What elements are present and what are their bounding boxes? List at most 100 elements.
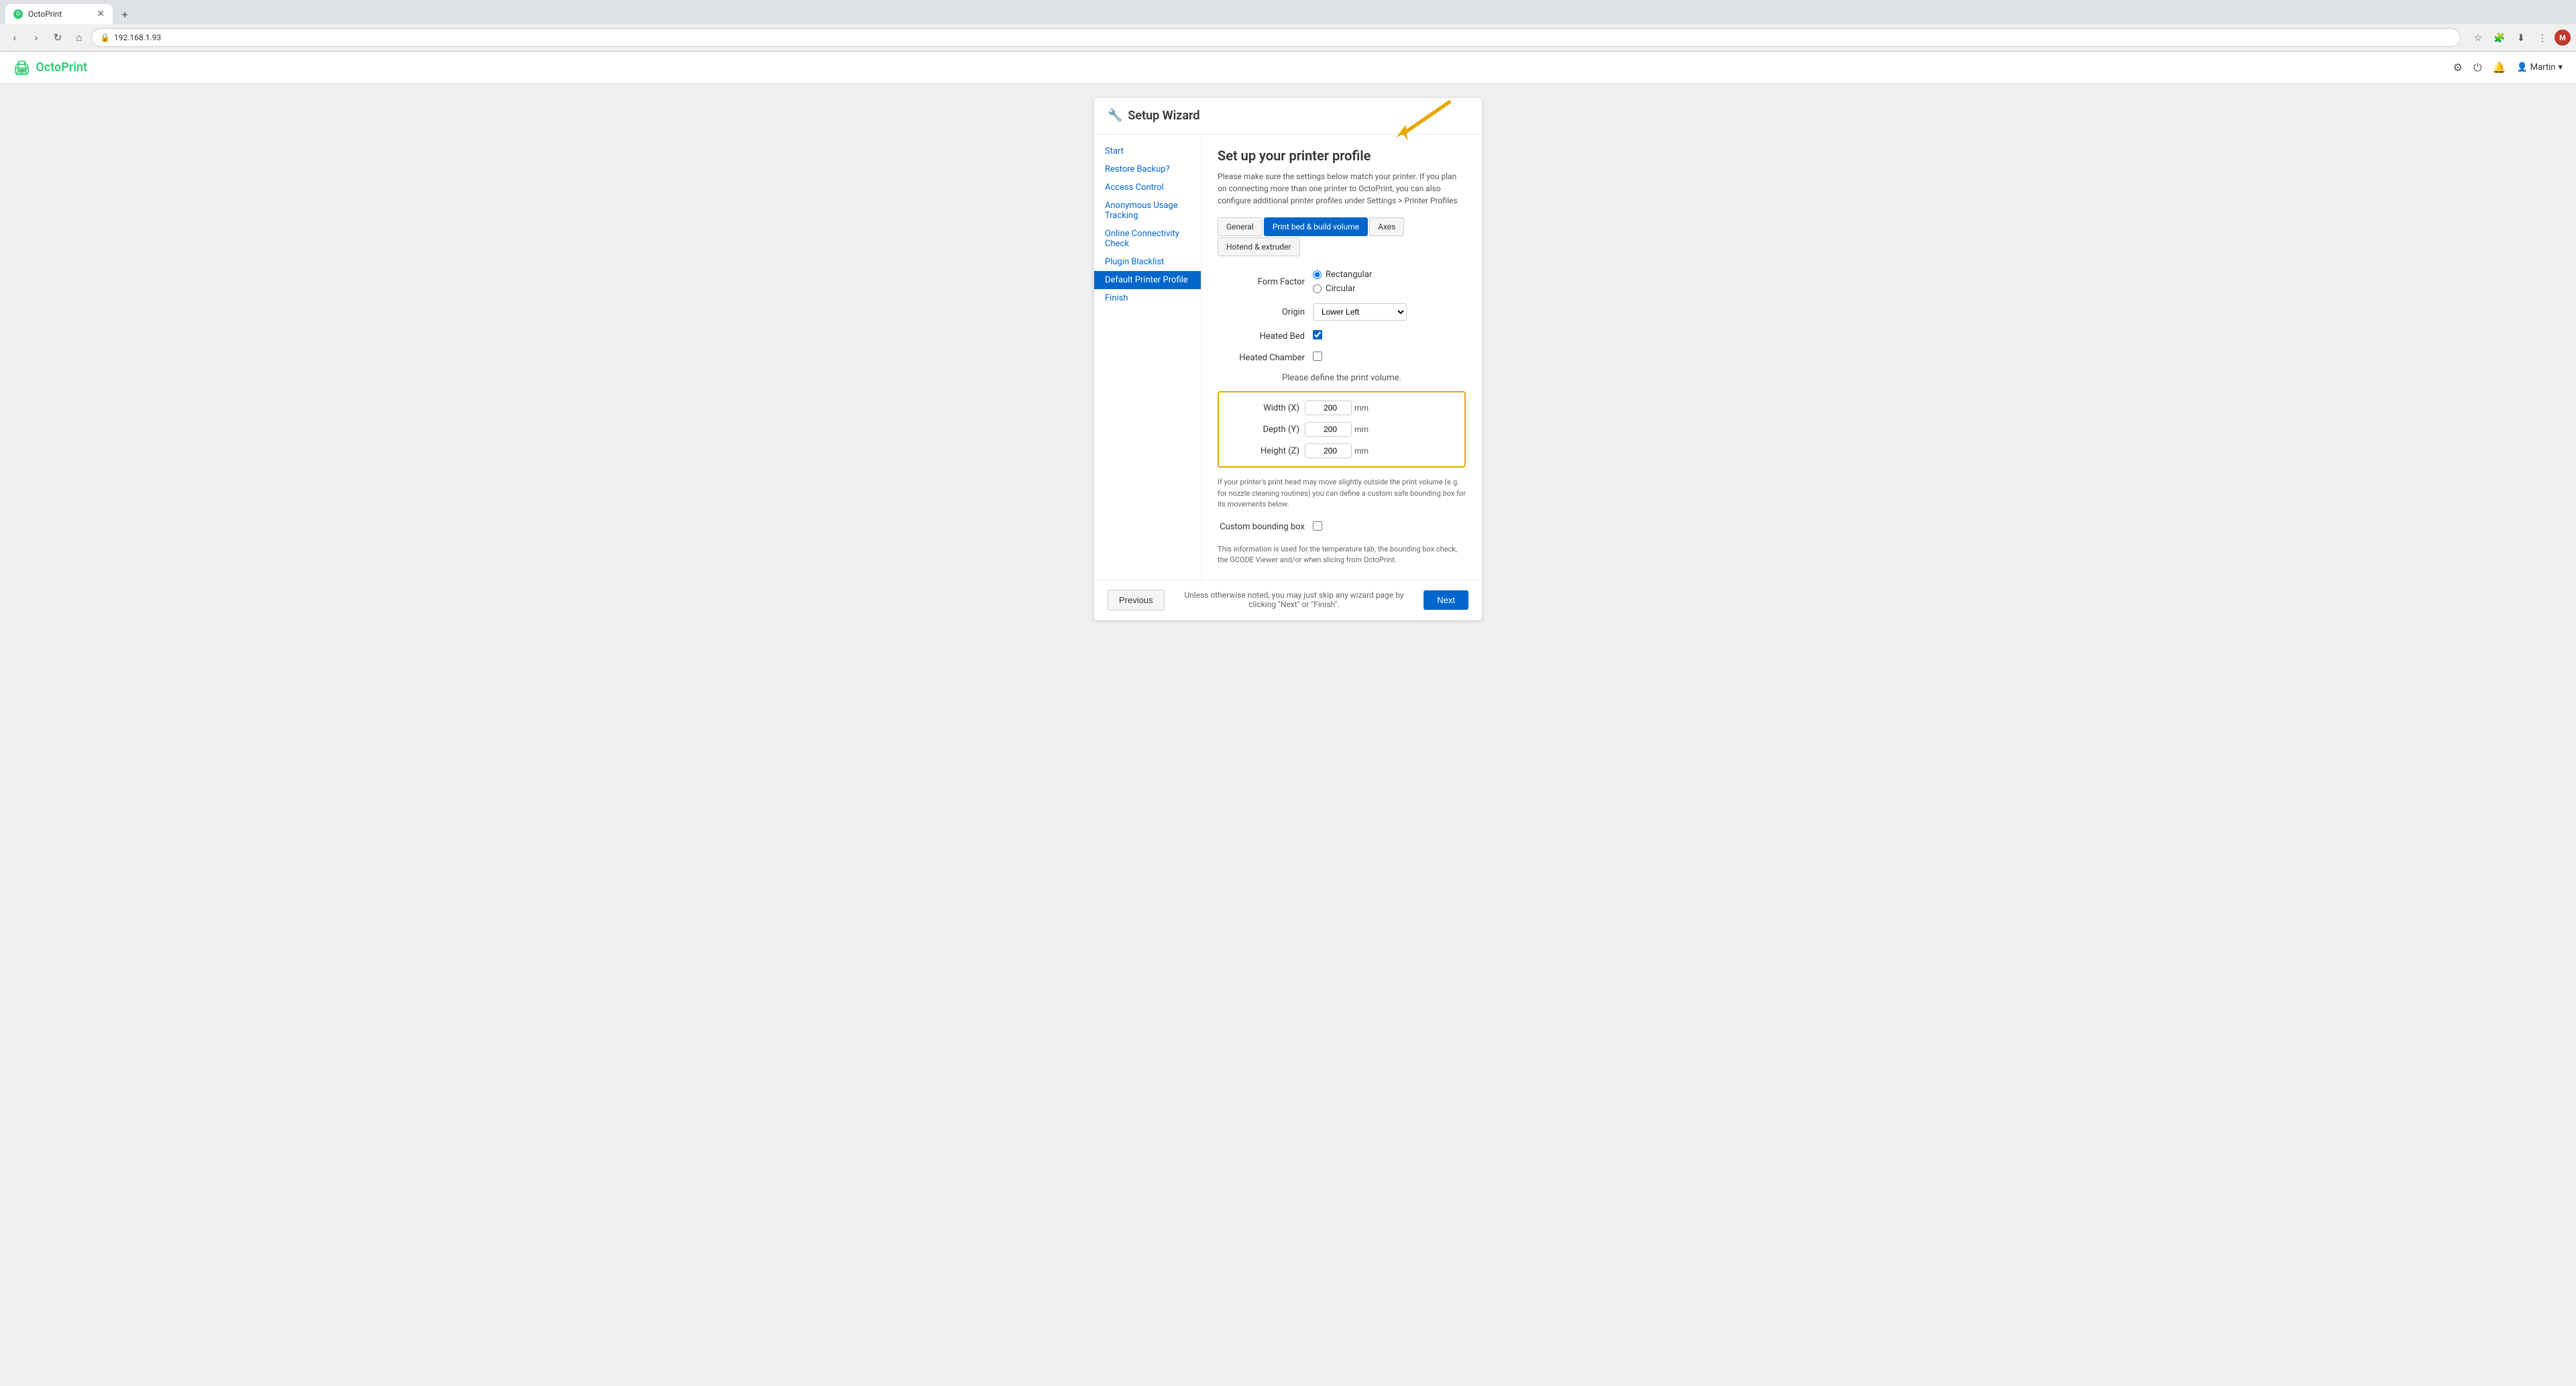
tab-bar: O OctoPrint ✕ + (0, 0, 2576, 24)
sidebar-item-plugin-blacklist[interactable]: Plugin Blacklist (1094, 253, 1201, 271)
height-row: Height (Z) mm (1232, 443, 1451, 458)
octoprint-navbar: 🖨 OctoPrint ⚙ ⏻ 🔔 👤 Martin ▾ (0, 52, 2576, 84)
height-unit: mm (1354, 446, 1368, 456)
address-bar[interactable]: 🔒 192.168.1.93 (91, 28, 2461, 47)
custom-bounding-label: Custom bounding box (1218, 522, 1305, 532)
width-label: Width (X) (1232, 403, 1299, 413)
form-factor-label: Form Factor (1218, 277, 1305, 287)
custom-bounding-row: Custom bounding box (1218, 521, 1466, 533)
heated-chamber-control (1313, 352, 1466, 364)
navbar-username: Martin (2530, 62, 2556, 72)
form-factor-circular[interactable]: Circular (1313, 284, 1466, 294)
address-bar-icons: 🔒 (100, 33, 110, 42)
refresh-button[interactable]: ↻ (48, 28, 67, 47)
user-icon: 👤 (2517, 62, 2528, 72)
browser-actions: ☆ 🧩 ⬇ ⋮ M (2469, 28, 2571, 47)
page-content: 🔧 Setup Wizard Start Restore Backup? Acc… (0, 84, 2576, 1386)
new-tab-button[interactable]: + (115, 5, 134, 23)
sidebar-item-restore-backup[interactable]: Restore Backup? (1094, 160, 1201, 178)
heated-bed-checkbox[interactable] (1313, 330, 1322, 339)
origin-label: Origin (1218, 307, 1305, 317)
navbar-icons: ⚙ ⏻ 🔔 👤 Martin ▾ (2453, 61, 2563, 74)
lock-icon: 🔒 (100, 33, 110, 42)
home-button[interactable]: ⌂ (70, 28, 89, 47)
sidebar-item-start[interactable]: Start (1094, 142, 1201, 160)
browser-tab[interactable]: O OctoPrint ✕ (5, 4, 113, 24)
sub-tabs: General Print bed & build volume Axes Ho… (1218, 217, 1466, 256)
height-input[interactable] (1305, 443, 1352, 458)
menu-button[interactable]: ⋮ (2533, 28, 2552, 47)
tab-close-btn[interactable]: ✕ (97, 9, 105, 19)
octoprint-logo: 🖨 OctoPrint (13, 60, 87, 76)
sidebar-item-online-check[interactable]: Online Connectivity Check (1094, 225, 1201, 253)
heated-bed-label: Heated Bed (1218, 331, 1305, 341)
width-row: Width (X) mm (1232, 401, 1451, 415)
heated-bed-control (1313, 330, 1466, 342)
form-factor-rectangular[interactable]: Rectangular (1313, 270, 1466, 280)
wizard-header: 🔧 Setup Wizard (1094, 98, 1482, 134)
form-factor-circular-radio[interactable] (1313, 284, 1322, 293)
depth-input-wrap: mm (1305, 422, 1368, 437)
form-factor-row: Form Factor Rectangular Circular (1218, 270, 1466, 294)
sidebar-item-anonymous-usage[interactable]: Anonymous Usage Tracking (1094, 197, 1201, 225)
depth-unit: mm (1354, 425, 1368, 434)
wizard-wrapper: 🔧 Setup Wizard Start Restore Backup? Acc… (1093, 97, 1483, 1359)
forward-button[interactable]: › (27, 28, 46, 47)
back-button[interactable]: ‹ (5, 28, 24, 47)
width-input-wrap: mm (1305, 401, 1368, 415)
address-text: 192.168.1.93 (114, 33, 161, 42)
section-title: Set up your printer profile (1218, 148, 1466, 164)
download-button[interactable]: ⬇ (2512, 28, 2530, 47)
profile-avatar[interactable]: M (2555, 30, 2571, 46)
octoprint-logo-text: OctoPrint (36, 60, 87, 74)
wizard-container: 🔧 Setup Wizard Start Restore Backup? Acc… (1093, 97, 1483, 621)
previous-button[interactable]: Previous (1108, 590, 1165, 610)
bell-icon[interactable]: 🔔 (2493, 61, 2506, 74)
tab-hotend[interactable]: Hotend & extruder (1218, 237, 1300, 256)
origin-control: Lower Left Center (1313, 303, 1466, 321)
star-button[interactable]: ☆ (2469, 28, 2487, 47)
custom-bounding-control (1313, 521, 1466, 533)
sidebar-item-default-printer[interactable]: Default Printer Profile (1094, 271, 1201, 289)
wizard-header-icon: 🔧 (1108, 109, 1122, 123)
footer-hint: Unless otherwise noted, you may just ski… (1175, 590, 1413, 609)
depth-input[interactable] (1305, 422, 1352, 437)
custom-bounding-checkbox[interactable] (1313, 521, 1322, 531)
origin-row: Origin Lower Left Center (1218, 303, 1466, 321)
form-factor-rectangular-radio[interactable] (1313, 270, 1322, 279)
hint-text: If your printer's print head may move sl… (1218, 477, 1466, 511)
origin-select[interactable]: Lower Left Center (1313, 303, 1407, 321)
tab-print-bed[interactable]: Print bed & build volume (1264, 217, 1368, 236)
info-text: This information is used for the tempera… (1218, 544, 1466, 566)
heated-chamber-row: Heated Chamber (1218, 352, 1466, 364)
height-input-wrap: mm (1305, 443, 1368, 458)
address-bar-row: ‹ › ↻ ⌂ 🔒 192.168.1.93 ☆ 🧩 ⬇ ⋮ M (0, 24, 2576, 51)
tab-favicon: O (13, 9, 23, 19)
wizard-sidebar: Start Restore Backup? Access Control Ano… (1094, 134, 1201, 580)
navbar-user-dropdown-icon: ▾ (2558, 62, 2563, 72)
depth-label: Depth (Y) (1232, 425, 1299, 435)
tab-title: OctoPrint (28, 9, 91, 19)
print-volume-label: Please define the print volume. (1218, 373, 1466, 383)
tab-axes[interactable]: Axes (1369, 217, 1404, 236)
width-unit: mm (1354, 403, 1368, 413)
next-button[interactable]: Next (1424, 590, 1468, 610)
wizard-footer: Previous Unless otherwise noted, you may… (1094, 580, 1482, 620)
navbar-user[interactable]: 👤 Martin ▾ (2517, 62, 2563, 72)
settings-icon[interactable]: ⚙ (2453, 61, 2463, 74)
wizard-main: Set up your printer profile Please make … (1201, 134, 1482, 580)
browser-chrome: O OctoPrint ✕ + ‹ › ↻ ⌂ 🔒 192.168.1.93 ☆… (0, 0, 2576, 52)
power-icon[interactable]: ⏻ (2473, 61, 2482, 74)
heated-chamber-checkbox[interactable] (1313, 352, 1322, 361)
width-input[interactable] (1305, 401, 1352, 415)
tab-general[interactable]: General (1218, 217, 1263, 236)
section-description: Please make sure the settings below matc… (1218, 170, 1466, 207)
wizard-header-title: Setup Wizard (1128, 109, 1199, 123)
height-label: Height (Z) (1232, 446, 1299, 456)
sidebar-item-finish[interactable]: Finish (1094, 289, 1201, 307)
octoprint-logo-icon: 🖨 (13, 60, 30, 76)
wizard-body: Start Restore Backup? Access Control Ano… (1094, 134, 1482, 580)
sidebar-item-access-control[interactable]: Access Control (1094, 178, 1201, 197)
extensions-button[interactable]: 🧩 (2490, 28, 2509, 47)
print-volume-box: Width (X) mm Depth (Y) mm (1218, 391, 1466, 468)
